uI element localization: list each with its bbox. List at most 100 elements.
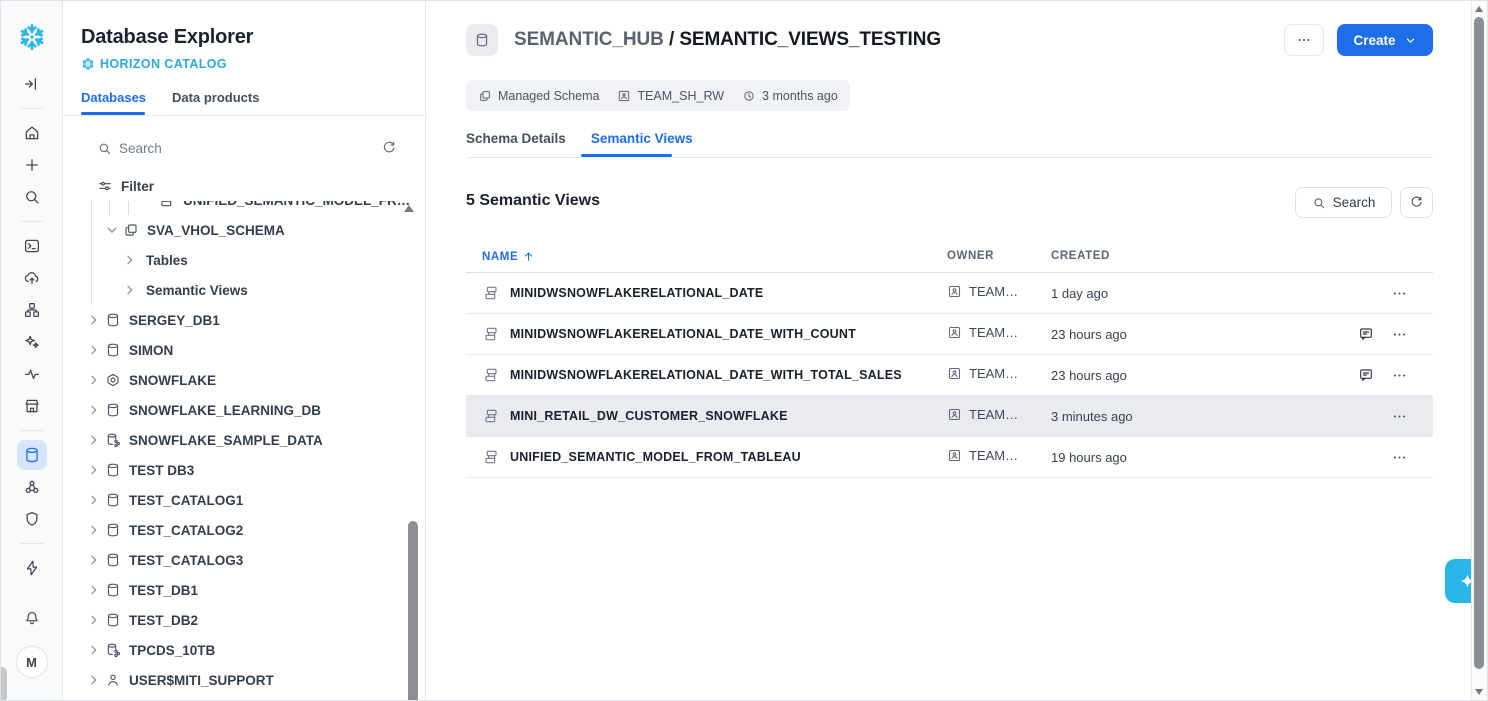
- table-row[interactable]: MINIDWSNOWFLAKERELATIONAL_DATE_WITH_TOTA…: [466, 355, 1433, 396]
- filter-button[interactable]: Filter: [63, 172, 425, 200]
- row-actions-button[interactable]: [1391, 408, 1408, 425]
- list-refresh-button[interactable]: [1400, 187, 1433, 218]
- schema-tabs: Schema Details Semantic Views: [466, 131, 693, 146]
- scrollbar-down-arrow[interactable]: [1475, 689, 1483, 695]
- column-label: NAME: [482, 251, 518, 263]
- table-row[interactable]: UNIFIED_SEMANTIC_MODEL_FROM_TABLEAUTEAM……: [466, 437, 1433, 478]
- row-actions-button[interactable]: [1391, 449, 1408, 466]
- breadcrumb-database[interactable]: SEMANTIC_HUB: [514, 29, 664, 51]
- table-body: MINIDWSNOWFLAKERELATIONAL_DATETEAM…1 day…: [466, 273, 1433, 478]
- chevron-right-icon[interactable]: [86, 312, 102, 328]
- chevron-right-icon[interactable]: [122, 252, 138, 268]
- column-header-created[interactable]: CREATED: [1051, 250, 1110, 262]
- tree-item[interactable]: SNOWFLAKE_SAMPLE_DATA: [63, 425, 425, 455]
- row-name[interactable]: MINIDWSNOWFLAKERELATIONAL_DATE: [510, 286, 763, 300]
- chevron-right-icon[interactable]: [86, 372, 102, 388]
- scrollbar-thumb[interactable]: [1474, 17, 1484, 669]
- table-row[interactable]: MINIDWSNOWFLAKERELATIONAL_DATE_WITH_COUN…: [466, 314, 1433, 355]
- tab-schema-details[interactable]: Schema Details: [466, 131, 566, 146]
- tree-item[interactable]: SERGEY_DB1: [63, 305, 425, 335]
- tree-item[interactable]: Tables: [63, 245, 425, 275]
- activity-icon: [23, 365, 41, 383]
- tree-item[interactable]: SVA_VHOL_SCHEMA: [63, 215, 425, 245]
- chevron-right-icon[interactable]: [86, 432, 102, 448]
- chevron-down-icon[interactable]: [104, 222, 120, 238]
- rail-item-search[interactable]: [17, 182, 47, 212]
- row-name[interactable]: MINIDWSNOWFLAKERELATIONAL_DATE_WITH_TOTA…: [510, 368, 902, 382]
- chevron-right-icon[interactable]: [86, 672, 102, 688]
- chevron-right-icon[interactable]: [86, 462, 102, 478]
- rail-item-data-sharing[interactable]: [17, 472, 47, 502]
- snowflake-logo-icon[interactable]: [17, 22, 47, 52]
- chevron-right-icon[interactable]: [122, 282, 138, 298]
- lightning-icon: [23, 559, 41, 577]
- row-name[interactable]: UNIFIED_SEMANTIC_MODEL_FROM_TABLEAU: [510, 450, 801, 464]
- tree-item[interactable]: Semantic Views: [63, 275, 425, 305]
- tree-item[interactable]: USER$MITI_SUPPORT: [63, 665, 425, 695]
- row-name[interactable]: MINIDWSNOWFLAKERELATIONAL_DATE_WITH_COUN…: [510, 327, 856, 341]
- user-avatar[interactable]: M: [16, 646, 48, 678]
- tree-item[interactable]: TEST_CATALOG2: [63, 515, 425, 545]
- notifications-button[interactable]: [17, 602, 47, 632]
- rail-item-admin[interactable]: [17, 553, 47, 583]
- chevron-right-icon[interactable]: [86, 402, 102, 418]
- rail-item-marketplace[interactable]: [17, 391, 47, 421]
- chevron-right-icon[interactable]: [86, 342, 102, 358]
- sidebar-scrollbar-thumb[interactable]: [408, 521, 418, 701]
- breadcrumb-schema: SEMANTIC_VIEWS_TESTING: [679, 29, 941, 51]
- tab-databases[interactable]: Databases: [81, 90, 146, 105]
- tree-item[interactable]: TEST_DB1: [63, 575, 425, 605]
- chevron-right-icon[interactable]: [86, 522, 102, 538]
- column-header-name[interactable]: NAME: [482, 250, 535, 263]
- row-created: 23 hours ago: [1051, 327, 1127, 342]
- rail-item-transformation[interactable]: [17, 295, 47, 325]
- terminal-icon: [23, 237, 41, 255]
- comment-icon[interactable]: [1358, 326, 1374, 342]
- row-actions-button[interactable]: [1391, 326, 1408, 343]
- sidebar-scroll-up-arrow[interactable]: [404, 205, 414, 212]
- chevron-right-icon[interactable]: [86, 612, 102, 628]
- list-search-button[interactable]: Search: [1295, 187, 1392, 218]
- tree-item[interactable]: TEST_CATALOG3: [63, 545, 425, 575]
- create-button[interactable]: Create: [1337, 24, 1433, 56]
- more-actions-button[interactable]: [1284, 24, 1324, 56]
- rail-item-data-catalog[interactable]: [17, 440, 47, 470]
- tree-item[interactable]: TPCDS_10TB: [63, 635, 425, 665]
- table-row[interactable]: MINIDWSNOWFLAKERELATIONAL_DATETEAM…1 day…: [466, 273, 1433, 314]
- rail-item-governance[interactable]: [17, 504, 47, 534]
- rail-item-collapse-panel[interactable]: [17, 69, 47, 99]
- chevron-right-icon[interactable]: [86, 552, 102, 568]
- tree-item[interactable]: SIMON: [63, 335, 425, 365]
- tree-item[interactable]: UNIFIED_SEMANTIC_MODEL_FR…: [63, 201, 425, 215]
- database-icon: [105, 552, 121, 568]
- sidebar-search-input[interactable]: Search: [63, 132, 425, 166]
- row-actions-button[interactable]: [1391, 285, 1408, 302]
- comment-icon[interactable]: [1358, 367, 1374, 383]
- page-scrollbar[interactable]: [1471, 1, 1487, 700]
- rail-item-ai-ml[interactable]: [17, 327, 47, 357]
- chevron-right-icon[interactable]: [86, 492, 102, 508]
- semantic-view-icon: [483, 326, 499, 342]
- horizon-catalog-label: HORIZON CATALOG: [81, 57, 227, 71]
- tab-data-products[interactable]: Data products: [172, 90, 259, 105]
- row-name[interactable]: MINI_RETAIL_DW_CUSTOMER_SNOWFLAKE: [510, 409, 788, 423]
- rail-item-monitoring[interactable]: [17, 359, 47, 389]
- tree-item[interactable]: SNOWFLAKE_LEARNING_DB: [63, 395, 425, 425]
- tree-item[interactable]: SNOWFLAKE: [63, 365, 425, 395]
- rail-item-worksheets[interactable]: [17, 231, 47, 261]
- rail-item-home[interactable]: [17, 118, 47, 148]
- chevron-right-icon[interactable]: [86, 582, 102, 598]
- tree-item[interactable]: TEST DB3: [63, 455, 425, 485]
- rail-item-ingestion[interactable]: [17, 263, 47, 293]
- database-icon: [474, 32, 490, 48]
- row-actions-button[interactable]: [1391, 367, 1408, 384]
- refresh-icon[interactable]: [381, 140, 397, 156]
- rail-item-create-new[interactable]: [17, 150, 47, 180]
- scrollbar-up-arrow[interactable]: [1475, 6, 1483, 12]
- tree-item[interactable]: TEST_DB2: [63, 605, 425, 635]
- chevron-right-icon[interactable]: [86, 642, 102, 658]
- column-header-owner[interactable]: OWNER: [947, 250, 994, 262]
- tree-item[interactable]: TEST_CATALOG1: [63, 485, 425, 515]
- table-row[interactable]: MINI_RETAIL_DW_CUSTOMER_SNOWFLAKETEAM…3 …: [466, 396, 1433, 437]
- tab-semantic-views[interactable]: Semantic Views: [591, 131, 693, 146]
